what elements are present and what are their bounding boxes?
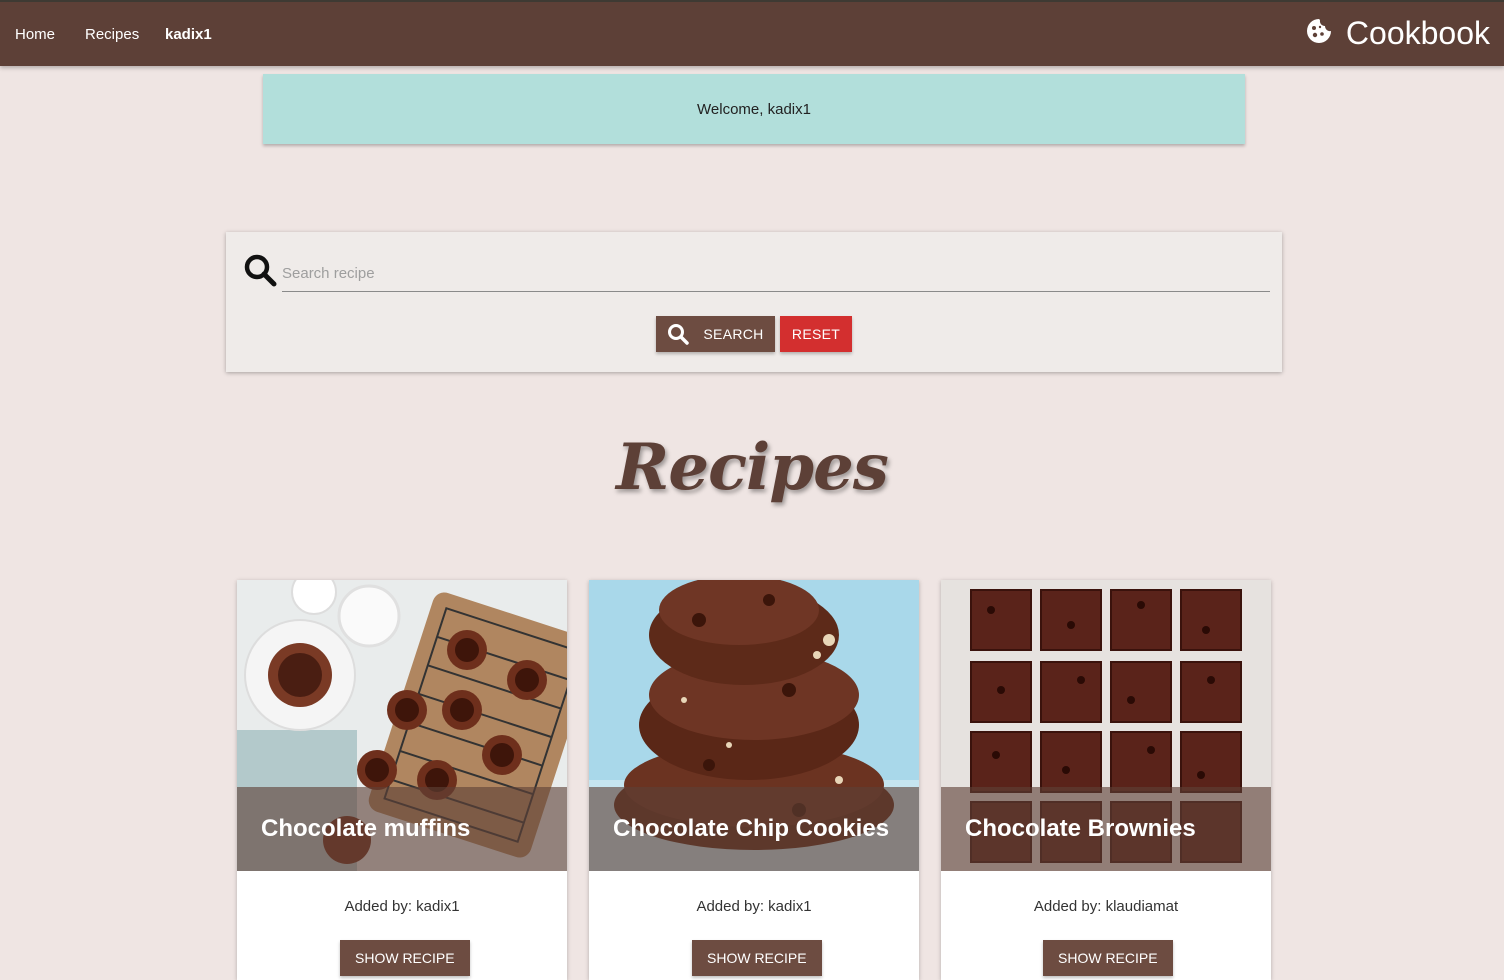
show-recipe-button[interactable]: SHOW RECIPE — [692, 940, 822, 976]
card-author: Added by: klaudiamat — [1033, 898, 1179, 915]
search-icon — [243, 253, 277, 292]
navbar: Home Recipes kadix1 Cookbook — [0, 0, 1504, 66]
welcome-banner: Welcome, kadix1 — [263, 74, 1245, 144]
show-recipe-button[interactable]: SHOW RECIPE — [340, 940, 470, 976]
welcome-text: Welcome, kadix1 — [697, 100, 811, 118]
card-author: Added by: kadix1 — [696, 898, 812, 915]
search-icon — [668, 324, 690, 345]
recipe-card: Chocolate muffins Added by: kadix1 SHOW … — [237, 580, 567, 980]
recipes-heading: Recipes — [616, 430, 889, 505]
card-title: Chocolate muffins — [261, 815, 471, 842]
search-panel: SEARCH RESET — [226, 232, 1282, 372]
nav-user-link[interactable]: kadix1 — [165, 26, 212, 43]
recipe-card: Chocolate Chip Cookies Added by: kadix1 … — [589, 580, 919, 980]
card-title: Chocolate Chip Cookies — [613, 815, 890, 842]
brand-logo[interactable]: Cookbook — [1306, 15, 1490, 52]
search-input[interactable] — [282, 256, 1270, 292]
nav-home-link[interactable]: Home — [15, 26, 55, 43]
search-button[interactable]: SEARCH — [656, 316, 775, 352]
brand-name: Cookbook — [1345, 15, 1490, 51]
cookie-icon — [1306, 18, 1332, 49]
card-author: Added by: kadix1 — [344, 898, 460, 915]
recipe-card: Chocolate Brownies Added by: klaudiamat … — [941, 580, 1271, 980]
card-title: Chocolate Brownies — [965, 815, 1196, 842]
nav-recipes-link[interactable]: Recipes — [85, 26, 139, 43]
reset-button[interactable]: RESET — [780, 316, 852, 352]
show-recipe-button[interactable]: SHOW RECIPE — [1043, 940, 1173, 976]
search-button-label: SEARCH — [703, 326, 764, 342]
